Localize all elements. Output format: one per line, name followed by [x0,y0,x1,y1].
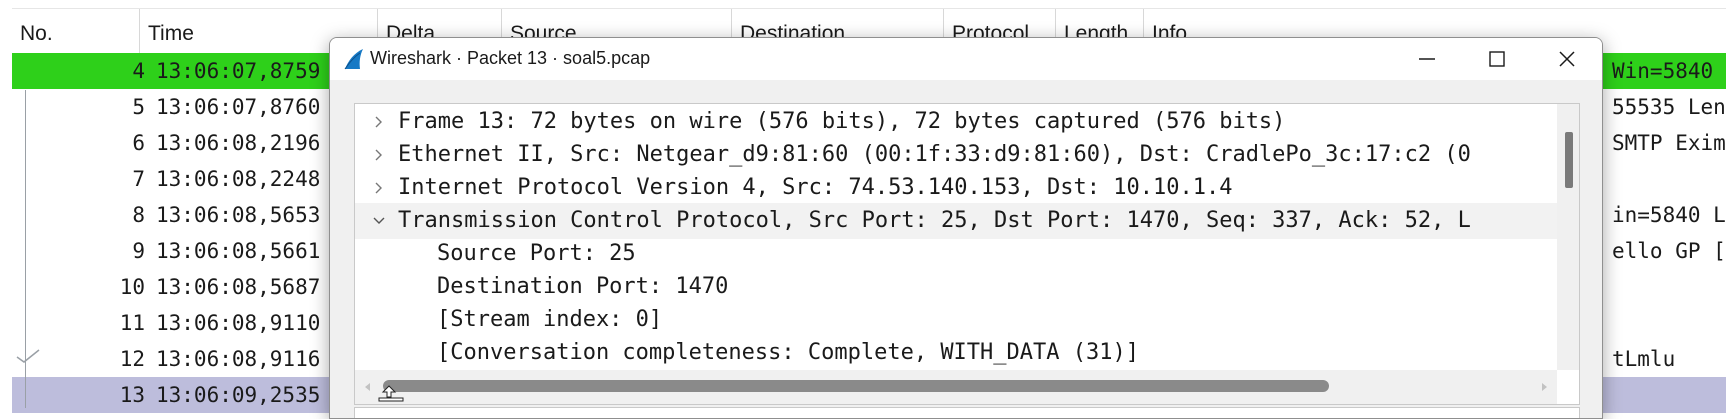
tree-item-source-port[interactable]: Source Port: 25 [355,236,1557,272]
chevron-down-icon[interactable] [369,211,389,231]
tree-item-stream-index[interactable]: [Stream index: 0] [355,302,1557,338]
packet-no: 4 [132,59,145,83]
packet-no: 5 [132,95,145,119]
chevron-right-icon[interactable] [369,178,389,198]
dialog-titlebar[interactable]: Wireshark · Packet 13 · soal5.pcap [330,38,1602,80]
packet-dialog[interactable]: Wireshark · Packet 13 · soal5.pcap Frame… [329,37,1603,419]
packet-info: 55535 Len= [1612,95,1726,119]
packet-time: 13:06:07,8759 [156,59,321,83]
packet-time: 13:06:08,5653 [156,203,321,227]
tree-item-label: Ethernet II, Src: Netgear_d9:81:60 (00:1… [398,142,1471,167]
maximize-button[interactable] [1462,38,1532,80]
scroll-left-icon[interactable] [363,382,373,392]
related-packet-check-icon [16,349,40,363]
vertical-scrollbar-thumb[interactable] [1565,132,1573,188]
packet-no: 6 [132,131,145,155]
packet-time: 13:06:08,9110 [156,311,321,335]
packet-time: 13:06:08,2248 [156,167,321,191]
horizontal-scrollbar[interactable] [355,370,1557,404]
close-icon [1559,51,1575,67]
chevron-right-icon[interactable] [369,112,389,132]
horizontal-scrollbar-thumb[interactable] [383,380,1329,392]
packet-no: 9 [132,239,145,263]
tree-item-frame[interactable]: Frame 13: 72 bytes on wire (576 bits), 7… [355,104,1557,140]
chevron-right-icon[interactable] [369,145,389,165]
tree-item-label: Internet Protocol Version 4, Src: 74.53.… [398,175,1233,200]
tree-item-label: Frame 13: 72 bytes on wire (576 bits), 7… [398,109,1286,134]
scroll-right-icon[interactable] [1539,382,1549,392]
tree-item-label: Source Port: 25 [437,241,636,266]
packet-time: 13:06:08,5661 [156,239,321,263]
maximize-icon [1489,51,1505,67]
packet-info: tLmlu [1612,347,1676,371]
close-button[interactable] [1532,38,1602,80]
minimize-icon [1419,58,1435,60]
packet-info: in=5840 Le [1612,203,1726,227]
packet-time: 13:06:07,8760 [156,95,321,119]
packet-time: 13:06:09,2535 [156,383,321,407]
packet-no: 13 [119,383,145,407]
tree-item-destination-port[interactable]: Destination Port: 1470 [355,269,1557,305]
wireshark-fin-icon [344,49,363,70]
packet-time: 13:06:08,2196 [156,131,321,155]
tree-item-tcp[interactable]: Transmission Control Protocol, Src Port:… [355,203,1557,239]
packet-info: ello GP [1 [1612,239,1726,263]
tree-item-label: Transmission Control Protocol, Src Port:… [398,208,1471,233]
packet-no: 7 [132,167,145,191]
packet-info: Win=5840 [1612,59,1714,83]
tree-item-label: [Conversation completeness: Complete, WI… [437,340,1139,365]
packet-details-tree[interactable]: Frame 13: 72 bytes on wire (576 bits), 7… [354,103,1580,405]
column-header-no[interactable]: No. [12,9,140,53]
packet-no: 11 [119,311,145,335]
minimize-button[interactable] [1392,38,1462,80]
packet-time: 13:06:08,5687 [156,275,321,299]
tree-item-ethernet[interactable]: Ethernet II, Src: Netgear_d9:81:60 (00:1… [355,137,1557,173]
vertical-scrollbar[interactable] [1557,104,1579,370]
resize-cursor-icon [378,385,404,402]
tree-item-ipv4[interactable]: Internet Protocol Version 4, Src: 74.53.… [355,170,1557,206]
packet-no: 10 [119,275,145,299]
packet-info: SMTP Exim [1612,131,1726,155]
packet-time: 13:06:08,9116 [156,347,321,371]
tree-item-label: Destination Port: 1470 [437,274,729,299]
dialog-title: Wireshark · Packet 13 · soal5.pcap [370,48,651,68]
packet-no: 8 [132,203,145,227]
tree-item-label: [Stream index: 0] [437,307,663,332]
tree-item-conversation-completeness[interactable]: [Conversation completeness: Complete, WI… [355,335,1557,370]
bytes-pane[interactable] [354,407,1580,418]
